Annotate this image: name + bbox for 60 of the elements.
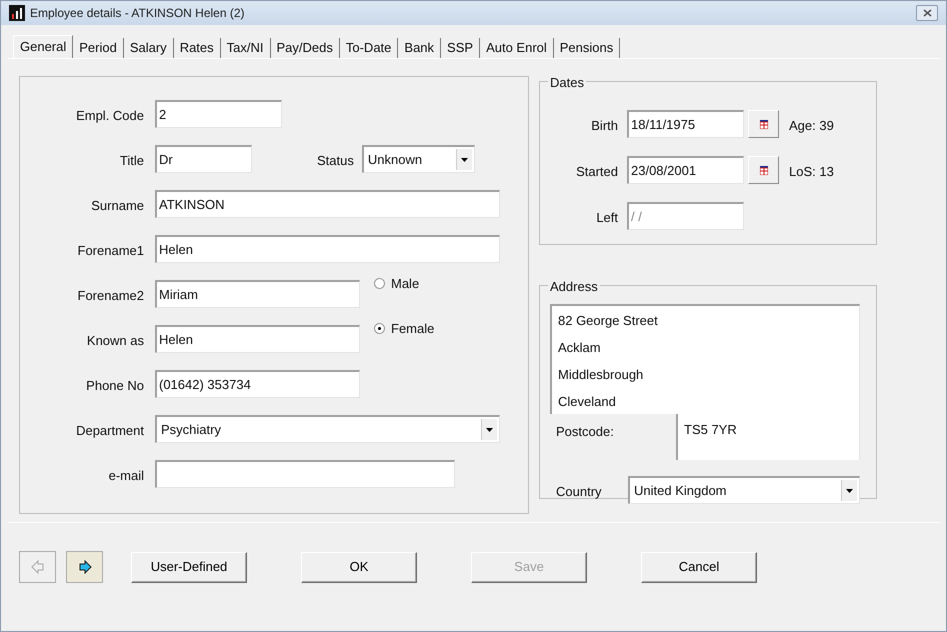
address-line: Acklam — [558, 339, 602, 357]
window-title: Employee details - ATKINSON Helen (2) — [30, 5, 245, 22]
input-field[interactable]: Helen — [155, 325, 360, 353]
postcode-value: TS5 7YR — [683, 421, 737, 439]
left-arrow-icon — [30, 560, 44, 574]
field-label: Known as — [86, 332, 145, 350]
close-icon — [922, 9, 932, 17]
field-label: Department — [75, 422, 145, 440]
info-text: Age: 39 — [789, 117, 834, 135]
tab[interactable]: General — [13, 35, 74, 58]
field-label: Postcode: — [550, 414, 678, 460]
address-line: Middlesbrough — [558, 366, 644, 384]
field-label: Title — [118, 152, 145, 170]
radio-button[interactable]: Male — [374, 274, 420, 294]
input-field[interactable]: (01642) 353734 — [155, 370, 360, 398]
address-field[interactable]: 82 George Street Acklam Middlesbrough Cleveland Postcode: TS5 7YR — [550, 304, 860, 460]
input-field[interactable]: 18/11/1975 — [627, 110, 744, 138]
field-label: Country — [555, 483, 603, 501]
dropdown-button[interactable] — [456, 149, 472, 170]
dropdown-field[interactable]: Unknown — [362, 145, 475, 173]
address-line: 82 George Street — [558, 312, 659, 330]
address-line: Cleveland — [558, 393, 617, 411]
input-field[interactable]: / / — [627, 202, 744, 230]
field-label: Phone No — [85, 377, 145, 395]
dialog-button[interactable]: User-Defined — [131, 552, 247, 582]
input-field[interactable] — [155, 460, 455, 488]
field-label: Left — [595, 209, 619, 227]
chart-icon — [9, 5, 25, 21]
next-button[interactable] — [66, 551, 103, 583]
field-label: Surname — [90, 197, 145, 215]
input-field[interactable]: Miriam — [155, 280, 360, 308]
calendar-button[interactable] — [748, 110, 779, 138]
dropdown-field[interactable]: United Kingdom — [628, 476, 860, 504]
info-text: LoS: 13 — [789, 163, 834, 181]
input-field[interactable]: 23/08/2001 — [627, 156, 744, 184]
calendar-icon — [760, 120, 768, 128]
radio-button[interactable]: Female — [374, 319, 434, 338]
dialog-button[interactable]: Cancel — [641, 552, 757, 582]
calendar-button[interactable] — [748, 156, 779, 184]
right-arrow-icon — [78, 560, 92, 574]
field-label: e-mail — [108, 467, 145, 485]
input-field[interactable]: ATKINSON — [155, 190, 500, 218]
field-label: Status — [317, 152, 355, 170]
input-field[interactable]: Dr — [155, 145, 252, 173]
dialog-button[interactable]: OK — [301, 552, 417, 582]
field-label: Forename2 — [76, 287, 145, 305]
field-label: Empl. Code — [75, 107, 145, 125]
field-label: Forename1 — [76, 242, 145, 260]
input-field[interactable]: Helen — [155, 235, 500, 263]
field-label: Birth — [590, 117, 619, 135]
caret-icon — [460, 158, 468, 162]
caret-icon — [486, 428, 493, 432]
dropdown-button[interactable] — [481, 419, 497, 440]
dropdown-button[interactable] — [841, 480, 857, 501]
caret-icon — [846, 488, 853, 492]
calendar-icon — [760, 166, 768, 174]
input-field[interactable]: 2 — [155, 100, 282, 128]
dropdown-field[interactable]: Psychiatry — [155, 415, 500, 443]
close-button[interactable] — [916, 5, 938, 21]
field-label: Started — [575, 163, 619, 181]
